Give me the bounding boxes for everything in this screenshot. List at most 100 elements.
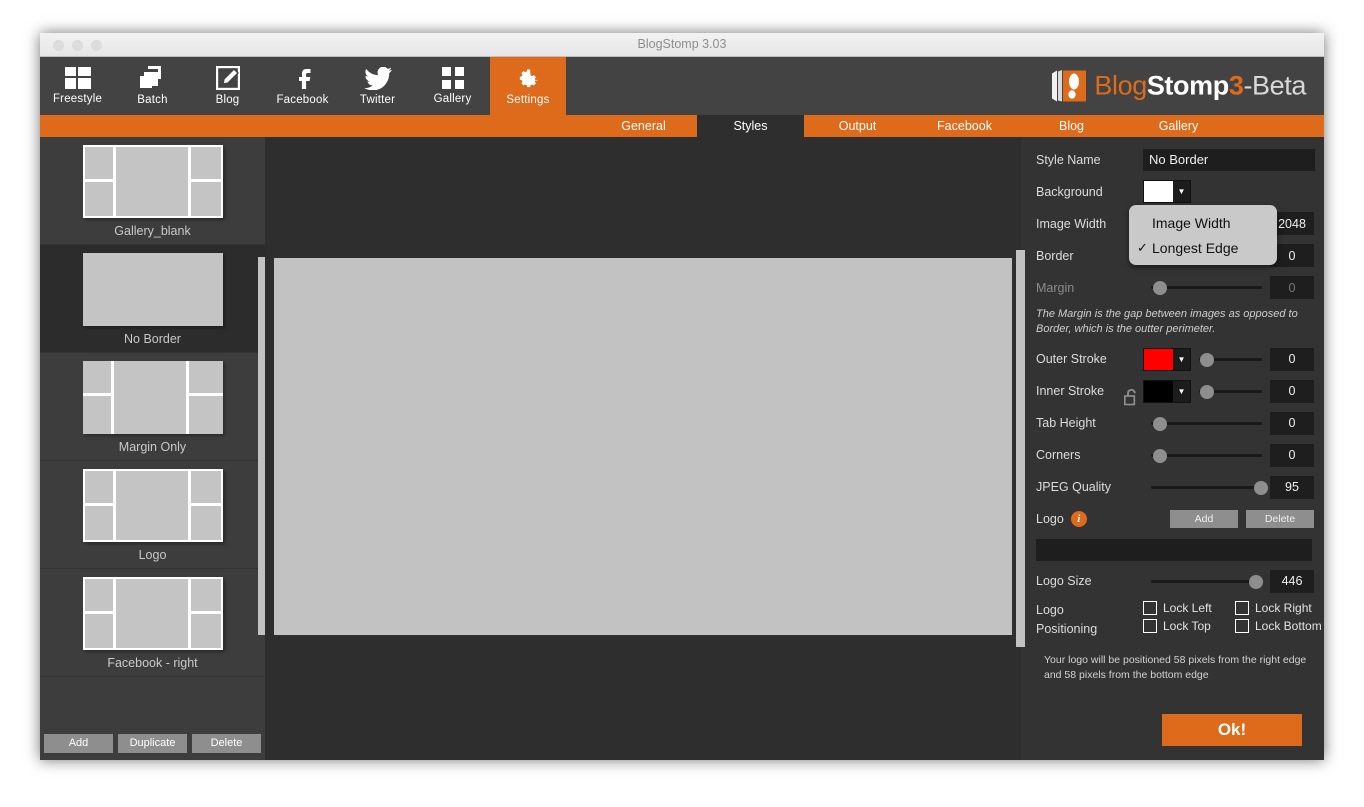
logo-positioning-label-line1: Logo — [1036, 602, 1064, 617]
info-icon[interactable]: i — [1070, 511, 1087, 528]
image-width-label: Image Width — [1036, 216, 1107, 231]
style-list-item-facebook-right[interactable]: Facebook - right — [40, 569, 265, 677]
dropdown-option-image-width[interactable]: Image Width — [1129, 210, 1277, 235]
window-title: BlogStomp 3.03 — [637, 37, 727, 51]
toolbar-item-facebook[interactable]: Facebook — [265, 57, 340, 115]
style-thumbnail — [82, 361, 223, 434]
panel-scrollbar[interactable] — [1016, 250, 1025, 647]
logo-size-row: Logo Size 446 — [1036, 569, 1314, 594]
logo-path-field[interactable] — [1036, 538, 1312, 561]
style-list-item-gallery-blank[interactable]: Gallery_blank — [40, 137, 265, 245]
margin-value[interactable]: 0 — [1270, 276, 1314, 299]
jpeg-quality-label: JPEG Quality — [1036, 480, 1112, 495]
duplicate-style-button[interactable]: Duplicate — [118, 733, 187, 753]
margin-row: Margin 0 — [1036, 275, 1314, 406]
lock-left-checkbox[interactable]: Lock Left — [1143, 600, 1233, 615]
tab-blog[interactable]: Blog — [1018, 115, 1125, 137]
inner-stroke-row: Inner Stroke ▼ 0 — [1036, 379, 1314, 404]
margin-slider[interactable] — [1151, 276, 1262, 299]
lock-top-label: Lock Top — [1163, 618, 1211, 633]
settings-tab-strip: General Styles Output Facebook Blog Gall… — [40, 115, 1324, 137]
logo-size-slider[interactable] — [1151, 570, 1263, 593]
background-color-swatch — [1144, 181, 1173, 202]
lock-right-label: Lock Right — [1255, 600, 1312, 615]
toolbar-item-label: Freestyle — [52, 93, 103, 105]
inner-stroke-value[interactable]: 0 — [1270, 379, 1314, 403]
style-name-input[interactable] — [1143, 148, 1315, 171]
toolbar-item-twitter[interactable]: Twitter — [340, 57, 415, 115]
tab-general[interactable]: General — [590, 115, 697, 137]
style-list-item-label: Logo — [138, 548, 167, 562]
checkbox-icon — [1235, 600, 1249, 615]
toolbar-item-batch[interactable]: Batch — [115, 57, 190, 115]
corners-value[interactable]: 0 — [1270, 443, 1314, 467]
outer-stroke-slider[interactable] — [1199, 348, 1262, 371]
brand-text: BlogStomp3-Beta — [1094, 71, 1306, 102]
tab-height-slider[interactable] — [1151, 412, 1262, 435]
lock-bottom-checkbox[interactable]: Lock Bottom — [1235, 618, 1324, 633]
inner-stroke-color-picker[interactable]: ▼ — [1143, 379, 1191, 403]
jpeg-quality-row: JPEG Quality 95 — [1036, 475, 1314, 500]
image-width-mode-dropdown: Image Width ✓ Longest Edge — [1129, 205, 1277, 265]
lock-right-checkbox[interactable]: Lock Right — [1235, 600, 1324, 615]
logo-size-label: Logo Size — [1036, 574, 1092, 589]
check-icon: ✓ — [1137, 239, 1148, 255]
style-sidebar: Gallery_blank No Border Margin Only Logo… — [40, 137, 265, 760]
dropdown-option-label: Longest Edge — [1152, 239, 1239, 256]
facebook-f-icon — [291, 66, 315, 90]
style-list-item-no-border[interactable]: No Border — [40, 245, 265, 353]
inner-stroke-slider[interactable] — [1199, 380, 1262, 403]
ok-button[interactable]: Ok! — [1162, 714, 1302, 746]
app-window: BlogStomp 3.03 Freestyle Batch Blog Face… — [40, 33, 1324, 760]
tab-gallery[interactable]: Gallery — [1125, 115, 1232, 137]
logo-positioning-label-line2: Positioning — [1036, 622, 1098, 637]
style-list-item-label: No Border — [124, 332, 181, 346]
toolbar-item-freestyle[interactable]: Freestyle — [40, 57, 115, 115]
open-padlock-icon[interactable] — [1123, 388, 1139, 410]
logo-buttons: Add Delete — [1170, 510, 1314, 529]
chevron-down-icon: ▼ — [1173, 348, 1190, 370]
checkbox-icon — [1143, 600, 1157, 615]
margin-help-text: The Margin is the gap between images as … — [1036, 308, 1298, 335]
tab-height-label: Tab Height — [1036, 416, 1096, 431]
outer-stroke-value[interactable]: 0 — [1270, 347, 1314, 371]
toolbar-item-blog[interactable]: Blog — [190, 57, 265, 115]
style-list-item-margin-only[interactable]: Margin Only — [40, 353, 265, 461]
title-bar: BlogStomp 3.03 — [40, 33, 1324, 57]
toolbar-item-label: Settings — [506, 94, 550, 106]
style-name-row: Style Name — [1036, 147, 1315, 172]
pencil-square-icon — [215, 66, 240, 90]
corners-slider[interactable] — [1151, 444, 1262, 467]
bootprint-logo-icon — [1051, 70, 1087, 103]
tab-styles[interactable]: Styles — [697, 115, 804, 137]
background-row: Background ▼ — [1036, 179, 1314, 204]
outer-stroke-color-picker[interactable]: ▼ — [1143, 347, 1191, 371]
tab-facebook[interactable]: Facebook — [911, 115, 1018, 137]
background-label: Background — [1036, 184, 1103, 199]
toolbar-item-gallery[interactable]: Gallery — [415, 57, 490, 115]
style-list-item-logo[interactable]: Logo — [40, 461, 265, 569]
tab-height-value[interactable]: 0 — [1270, 411, 1314, 435]
grid-layout-icon — [64, 67, 91, 89]
tab-output[interactable]: Output — [804, 115, 911, 137]
chevron-down-icon: ▼ — [1173, 380, 1190, 402]
style-list-empty-space — [40, 677, 265, 726]
brand-part-blog: Blog — [1094, 70, 1147, 101]
logo-delete-button[interactable]: Delete — [1246, 510, 1314, 529]
delete-style-button[interactable]: Delete — [192, 733, 261, 753]
style-thumbnail — [82, 577, 223, 650]
sidebar-scrollbar[interactable] — [258, 257, 265, 635]
dropdown-option-longest-edge[interactable]: ✓ Longest Edge — [1129, 235, 1277, 260]
preview-canvas[interactable] — [265, 137, 1021, 760]
jpeg-quality-slider[interactable] — [1151, 476, 1269, 499]
background-color-picker[interactable]: ▼ — [1143, 180, 1191, 203]
logo-add-button[interactable]: Add — [1170, 510, 1238, 529]
toolbar-item-settings[interactable]: Settings — [490, 57, 566, 115]
lock-top-checkbox[interactable]: Lock Top — [1143, 618, 1233, 633]
logo-positioning-label: Logo Positioning — [1036, 601, 1143, 640]
brand-part-beta: -Beta — [1243, 70, 1306, 101]
outer-stroke-label: Outer Stroke — [1036, 352, 1107, 367]
add-style-button[interactable]: Add — [44, 733, 113, 753]
logo-size-value[interactable]: 446 — [1270, 569, 1314, 593]
jpeg-quality-value[interactable]: 95 — [1270, 475, 1314, 499]
